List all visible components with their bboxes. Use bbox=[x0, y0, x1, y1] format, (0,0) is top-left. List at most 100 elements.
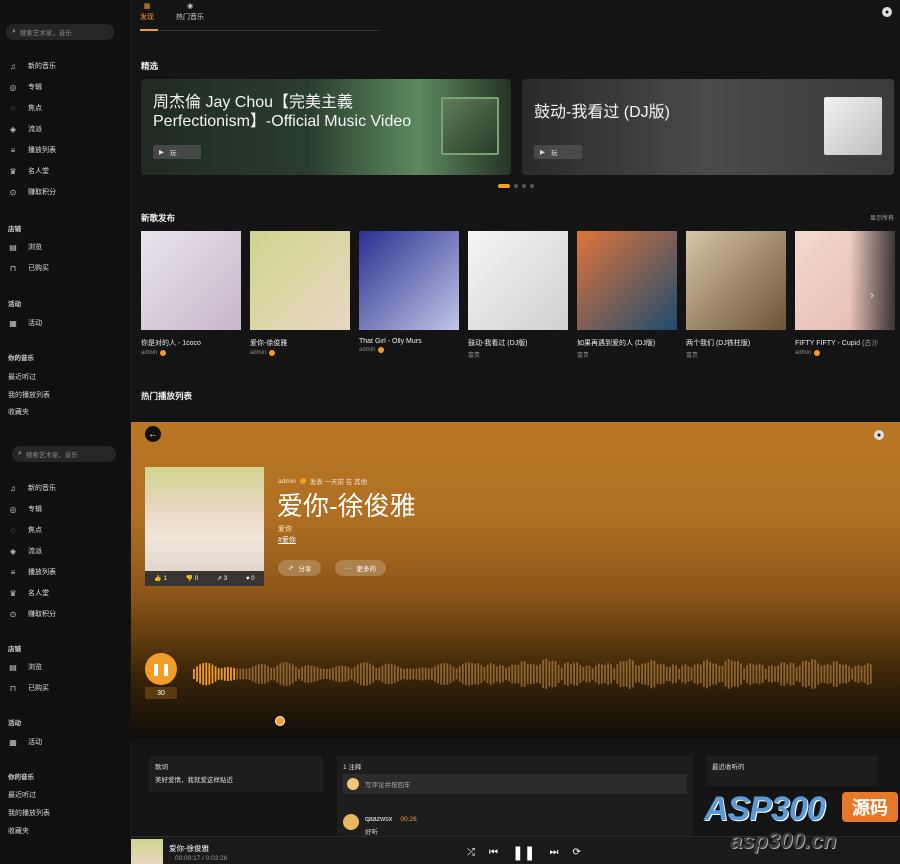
album-cover[interactable] bbox=[250, 231, 350, 330]
sidebar-item[interactable]: ≡ 播放列表 bbox=[8, 566, 56, 578]
sidebar-item[interactable]: ◌ 焦点 bbox=[8, 524, 42, 536]
album-title[interactable]: 鼓动-我看过 (DJ版) bbox=[468, 338, 568, 348]
sidebar-item[interactable]: ⊙ 赚取积分 bbox=[8, 608, 56, 620]
carousel-dot[interactable] bbox=[530, 184, 534, 188]
artist-name[interactable]: admin bbox=[795, 350, 811, 356]
player-title[interactable]: 爱你-徐俊雅 bbox=[169, 843, 209, 854]
comments-title: 1 注释 bbox=[343, 764, 362, 771]
comment-marker[interactable] bbox=[275, 716, 285, 726]
album-card[interactable]: 爱你-徐俊雅 admin bbox=[250, 231, 350, 356]
album-cover[interactable] bbox=[577, 231, 677, 330]
next-icon[interactable]: ⏭ bbox=[549, 847, 558, 858]
comment-time[interactable]: 00:26 bbox=[400, 816, 416, 823]
search-input[interactable]: ⌕ 搜索艺术家，音乐 bbox=[12, 446, 116, 462]
watermark: ASP300 源码 asp300.cn bbox=[700, 788, 900, 858]
tab-label: 热门音乐 bbox=[176, 14, 204, 21]
repeat-icon[interactable]: ⟳ bbox=[572, 847, 580, 858]
sidebar-item[interactable]: ♫ 新的音乐 bbox=[8, 60, 56, 72]
see-all-link[interactable]: 显示所有 bbox=[870, 213, 894, 222]
waveform-bar bbox=[801, 661, 804, 687]
album-card[interactable]: 你是对的人 - 1coco admin bbox=[141, 231, 241, 356]
sidebar-link[interactable]: 收藏夹 bbox=[8, 407, 29, 417]
artist-name[interactable]: 富贵 bbox=[468, 350, 480, 359]
share-stat[interactable]: ⇗ 3 bbox=[217, 575, 227, 582]
sidebar-item[interactable]: ▦ 活动 bbox=[8, 736, 42, 748]
album-title[interactable]: That Girl - Olly Murs bbox=[359, 338, 459, 345]
sidebar-link[interactable]: 最近听过 bbox=[8, 372, 36, 382]
sidebar-item[interactable]: ◈ 流派 bbox=[8, 545, 42, 557]
tab-discover[interactable]: ▦ 发现 bbox=[140, 2, 154, 22]
waveform-bar bbox=[851, 668, 854, 680]
waveform-bar bbox=[820, 665, 823, 683]
more-button[interactable]: ··· 更多的 bbox=[335, 560, 386, 576]
share-button[interactable]: ⇗ 分享 bbox=[278, 560, 322, 576]
featured-card[interactable]: 鼓动-我看过 (DJ版) ▶ 玩 bbox=[522, 79, 894, 175]
waveform-bar bbox=[835, 661, 838, 687]
sidebar-item[interactable]: ♛ 名人堂 bbox=[8, 165, 49, 177]
play-button[interactable]: ▶ 玩 bbox=[534, 145, 582, 159]
album-cover[interactable] bbox=[141, 231, 241, 330]
artist-name[interactable]: admin bbox=[141, 350, 157, 356]
comment-input[interactable]: 写评论并按回车 bbox=[343, 774, 687, 794]
sidebar-item[interactable]: ◎ 专辑 bbox=[8, 503, 43, 515]
back-arrow-icon[interactable]: ← bbox=[145, 426, 161, 442]
user-icon[interactable]: ● bbox=[874, 430, 884, 440]
search-input[interactable]: ⌕ 搜索艺术家，音乐 bbox=[6, 24, 114, 40]
previous-icon[interactable]: ⏮ bbox=[489, 847, 498, 858]
album-card[interactable]: That Girl - Olly Murs admin bbox=[359, 231, 459, 353]
sidebar-item[interactable]: ◌ 焦点 bbox=[8, 102, 42, 114]
sidebar-item[interactable]: ♛ 名人堂 bbox=[8, 587, 49, 599]
pause-icon[interactable]: ❚❚ bbox=[512, 844, 535, 861]
pause-button[interactable]: ❚❚ bbox=[145, 653, 177, 685]
avatar[interactable] bbox=[343, 814, 359, 830]
carousel-dot[interactable] bbox=[514, 184, 518, 188]
album-card[interactable]: 如果再遇到爱的人 (DJ版) 富贵 bbox=[577, 231, 677, 359]
album-title[interactable]: 爱你-徐俊雅 bbox=[250, 338, 350, 348]
like-stat[interactable]: 👍 1 bbox=[154, 575, 166, 582]
sidebar-link[interactable]: 我的播放列表 bbox=[8, 808, 50, 818]
sidebar-item[interactable]: ⊓ 已购买 bbox=[8, 262, 49, 274]
author-link[interactable]: admin bbox=[278, 478, 296, 485]
featured-thumbnail bbox=[824, 97, 882, 155]
album-title[interactable]: 你是对的人 - 1coco bbox=[141, 338, 241, 348]
sidebar-link[interactable]: 收藏夹 bbox=[8, 826, 29, 836]
sidebar-item[interactable]: ▤ 浏览 bbox=[8, 241, 42, 253]
artist-name[interactable]: admin bbox=[250, 350, 266, 356]
focus-icon: ◌ bbox=[10, 103, 16, 113]
sidebar-item[interactable]: ♫ 新的音乐 bbox=[8, 482, 56, 494]
sidebar-item[interactable]: ◈ 流派 bbox=[8, 123, 42, 135]
sidebar-item[interactable]: ⊙ 赚取积分 bbox=[8, 186, 56, 198]
comment-user[interactable]: qaazwsx bbox=[365, 816, 392, 823]
tab-hot-music[interactable]: ◉ 热门音乐 bbox=[176, 2, 204, 22]
album-card[interactable]: 两个我们 (DJ铁柱版) 富贵 bbox=[686, 231, 786, 359]
sidebar-link[interactable]: 我的播放列表 bbox=[8, 390, 50, 400]
album-title[interactable]: 两个我们 (DJ铁柱版) bbox=[686, 338, 786, 348]
carousel-dot[interactable] bbox=[498, 184, 510, 188]
sidebar-link[interactable]: 最近听过 bbox=[8, 790, 36, 800]
album-cover[interactable] bbox=[468, 231, 568, 330]
sidebar-item[interactable]: ▦ 活动 bbox=[8, 317, 42, 329]
carousel-dot[interactable] bbox=[522, 184, 526, 188]
album-card[interactable]: 鼓动-我看过 (DJ版) 富贵 bbox=[468, 231, 568, 359]
album-cover[interactable] bbox=[686, 231, 786, 330]
dislike-stat[interactable]: 👎 0 bbox=[186, 575, 198, 582]
album-cover[interactable] bbox=[359, 231, 459, 330]
sidebar-item[interactable]: ⊓ 已购买 bbox=[8, 682, 49, 694]
chevron-right-icon[interactable]: › bbox=[870, 288, 874, 302]
favorite-stat[interactable]: ♥ 0 bbox=[246, 576, 255, 582]
sidebar-item[interactable]: ▤ 浏览 bbox=[8, 661, 42, 673]
sidebar-item-label: 名人堂 bbox=[28, 590, 49, 597]
user-icon[interactable]: ● bbox=[882, 7, 892, 17]
sidebar-item[interactable]: ◎ 专辑 bbox=[8, 81, 43, 93]
album-title[interactable]: 如果再遇到爱的人 (DJ版) bbox=[577, 338, 677, 348]
artist-name[interactable]: admin bbox=[359, 347, 375, 353]
artist-name[interactable]: 富贵 bbox=[577, 350, 589, 359]
waveform-bar bbox=[721, 665, 724, 683]
sidebar-item[interactable]: ≡ 播放列表 bbox=[8, 144, 56, 156]
artist-name[interactable]: 富贵 bbox=[686, 350, 698, 359]
shuffle-icon[interactable]: ⤮ bbox=[467, 847, 475, 858]
featured-card[interactable]: 周杰倫 Jay Chou【完美主義 Perfectionism】-Officia… bbox=[141, 79, 511, 175]
song-tag[interactable]: #爱你 bbox=[278, 535, 296, 545]
play-button[interactable]: ▶ 玩 bbox=[153, 145, 201, 159]
waveform[interactable] bbox=[193, 654, 873, 694]
